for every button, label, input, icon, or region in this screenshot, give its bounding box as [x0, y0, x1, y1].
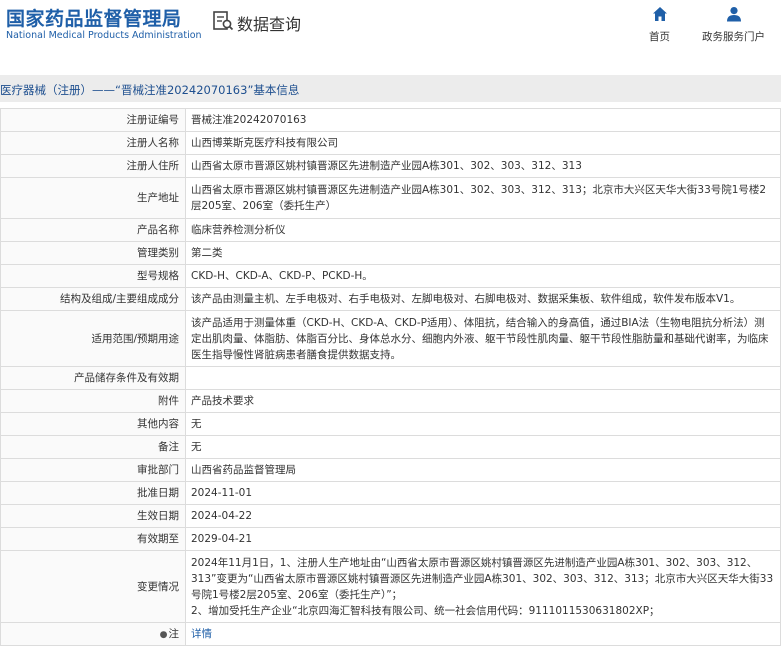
field-label: 型号规格 [0, 264, 186, 288]
field-label: 产品储存条件及有效期 [0, 366, 186, 390]
site-header: 国家药品监督管理局 National Medical Products Admi… [0, 0, 781, 62]
site-logo-title[interactable]: 国家药品监督管理局 [6, 4, 182, 31]
data-query-title: 数据查询 [212, 11, 301, 35]
registration-info-table: 注册证编号 晋械注准20242070163 注册人名称 山西博莱斯克医疗科技有限… [0, 108, 781, 646]
table-row: 变更情况 2024年11月1日，1、注册人生产地址由“山西省太原市晋源区姚村镇晋… [0, 550, 781, 623]
table-row: 产品名称 临床营养检测分析仪 [0, 218, 781, 242]
field-value: 无 [185, 412, 781, 436]
field-label: 审批部门 [0, 458, 186, 482]
table-row: ●注 详情 [0, 622, 781, 646]
field-label: 管理类别 [0, 241, 186, 265]
user-icon [702, 6, 765, 25]
field-value: 第二类 [185, 241, 781, 265]
table-row: 注册人住所 山西省太原市晋源区姚村镇晋源区先进制造产业园A栋301、302、30… [0, 154, 781, 178]
table-row: 审批部门 山西省药品监督管理局 [0, 458, 781, 482]
data-query-label: 数据查询 [237, 15, 302, 34]
field-label: 批准日期 [0, 481, 186, 505]
table-row: 有效期至 2029-04-21 [0, 527, 781, 551]
table-row: 备注 无 [0, 435, 781, 459]
field-label: 有效期至 [0, 527, 186, 551]
field-label: 生效日期 [0, 504, 186, 528]
field-value: 无 [185, 435, 781, 459]
field-value: 山西省太原市晋源区姚村镇晋源区先进制造产业园A栋301、302、303、312、… [185, 177, 781, 219]
field-value: 2024-04-22 [185, 504, 781, 528]
site-logo-subtitle: National Medical Products Administration [6, 30, 202, 41]
field-label: ●注 [0, 622, 186, 646]
details-link[interactable]: 详情 [191, 628, 212, 640]
field-label: 其他内容 [0, 412, 186, 436]
field-label: 注册证编号 [0, 108, 186, 132]
field-label: 注册人名称 [0, 131, 186, 155]
field-value: 山西省药品监督管理局 [185, 458, 781, 482]
field-label: 产品名称 [0, 218, 186, 242]
table-row: 适用范围/预期用途 该产品适用于测量体重（CKD-H、CKD-A、CKD-P适用… [0, 310, 781, 367]
nav-service-portal[interactable]: 政务服务门户 [702, 6, 765, 44]
field-label: 附件 [0, 389, 186, 413]
change-item-2: 2、增加受托生产企业“北京四海汇智科技有限公司、统一社会信用代码：9111011… [191, 604, 660, 617]
pin-icon: ● [159, 629, 168, 640]
field-value: 2024年11月1日，1、注册人生产地址由“山西省太原市晋源区姚村镇晋源区先进制… [185, 550, 781, 623]
field-label: 变更情况 [0, 550, 186, 623]
field-value: 临床营养检测分析仪 [185, 218, 781, 242]
field-value: 晋械注准20242070163 [185, 108, 781, 132]
table-row: 型号规格 CKD-H、CKD-A、CKD-P、PCKD-H。 [0, 264, 781, 288]
nav-home-label: 首页 [649, 31, 670, 43]
table-row: 注册证编号 晋械注准20242070163 [0, 108, 781, 132]
field-value: 产品技术要求 [185, 389, 781, 413]
nav-home[interactable]: 首页 [649, 6, 670, 44]
breadcrumb: 医疗器械（注册）——“晋械注准20242070163”基本信息 [0, 83, 300, 97]
field-label: 备注 [0, 435, 186, 459]
table-row: 管理类别 第二类 [0, 241, 781, 265]
nav-service-portal-label: 政务服务门户 [702, 31, 765, 43]
field-value: 2024-11-01 [185, 481, 781, 505]
field-label: 适用范围/预期用途 [0, 310, 186, 367]
table-row: 注册人名称 山西博莱斯克医疗科技有限公司 [0, 131, 781, 155]
table-row: 结构及组成/主要组成成分 该产品由测量主机、左手电极对、右手电极对、左脚电极对、… [0, 287, 781, 311]
field-value: 2029-04-21 [185, 527, 781, 551]
field-value: 详情 [185, 622, 781, 646]
table-row: 产品储存条件及有效期 [0, 366, 781, 390]
field-value [185, 366, 781, 390]
field-value: 山西博莱斯克医疗科技有限公司 [185, 131, 781, 155]
field-label: 生产地址 [0, 177, 186, 219]
data-query-icon [212, 10, 234, 36]
table-row: 批准日期 2024-11-01 [0, 481, 781, 505]
note-label: 注 [168, 627, 180, 640]
field-value: CKD-H、CKD-A、CKD-P、PCKD-H。 [185, 264, 781, 288]
field-value: 该产品由测量主机、左手电极对、右手电极对、左脚电极对、右脚电极对、数据采集板、软… [185, 287, 781, 311]
field-label: 结构及组成/主要组成成分 [0, 287, 186, 311]
table-row: 附件 产品技术要求 [0, 389, 781, 413]
change-item-1: 2024年11月1日，1、注册人生产地址由“山西省太原市晋源区姚村镇晋源区先进制… [191, 556, 774, 601]
table-row: 生效日期 2024-04-22 [0, 504, 781, 528]
field-value: 该产品适用于测量体重（CKD-H、CKD-A、CKD-P适用）、体阻抗，结合输入… [185, 310, 781, 367]
breadcrumb-bar: 医疗器械（注册）——“晋械注准20242070163”基本信息 [0, 75, 781, 102]
table-row: 其他内容 无 [0, 412, 781, 436]
home-icon [649, 6, 670, 25]
table-row: 生产地址 山西省太原市晋源区姚村镇晋源区先进制造产业园A栋301、302、303… [0, 177, 781, 219]
field-label: 注册人住所 [0, 154, 186, 178]
field-value: 山西省太原市晋源区姚村镇晋源区先进制造产业园A栋301、302、303、312、… [185, 154, 781, 178]
